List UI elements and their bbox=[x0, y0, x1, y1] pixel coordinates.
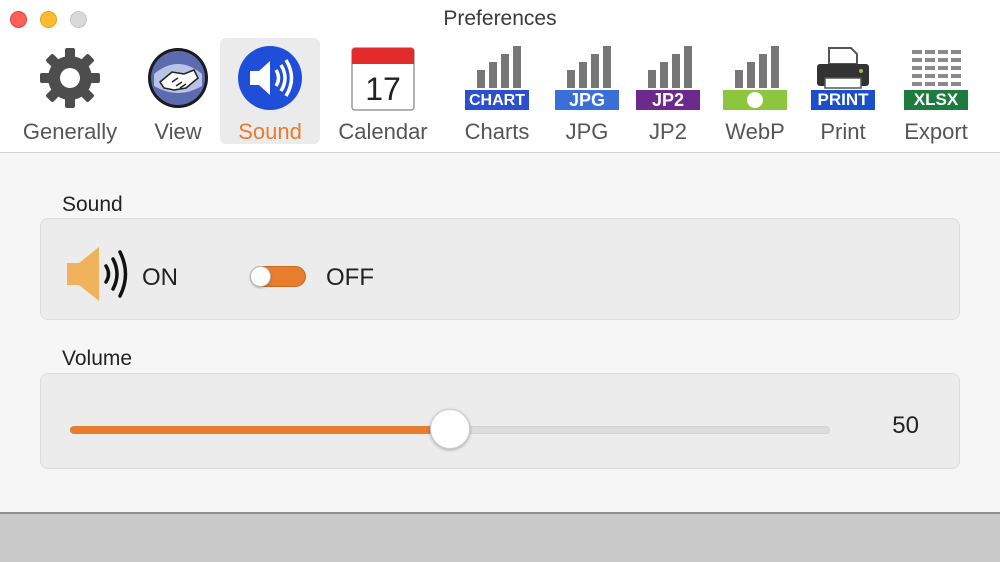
toolbar-label: Generally bbox=[22, 119, 118, 144]
toolbar-label: Print bbox=[820, 119, 866, 144]
volume-section-label: Volume bbox=[62, 347, 133, 370]
toolbar-item-calendar[interactable]: 17 Calendar bbox=[330, 38, 436, 144]
toolbar-item-export[interactable]: XLSX Export bbox=[892, 38, 980, 144]
chart-badge-text: CHART bbox=[469, 92, 525, 109]
toolbar-item-webp[interactable]: WebP bbox=[714, 38, 796, 144]
bottom-bar bbox=[0, 512, 1000, 562]
xlsx-badge-text: XLSX bbox=[914, 90, 959, 109]
volume-value: 50 bbox=[892, 412, 919, 439]
gear-icon bbox=[40, 48, 100, 108]
toolbar-label: Calendar bbox=[338, 119, 428, 144]
toolbar-item-sound[interactable]: Sound bbox=[220, 38, 320, 144]
volume-slider-fill bbox=[70, 426, 450, 434]
printer-icon: PRINT bbox=[811, 47, 875, 110]
window-title: Preferences bbox=[443, 7, 557, 30]
sound-off-label: OFF bbox=[326, 264, 374, 291]
toolbar-item-generally[interactable]: Generally bbox=[14, 38, 126, 144]
chart-icon: CHART bbox=[465, 46, 529, 110]
xlsx-icon: XLSX bbox=[904, 50, 968, 110]
toolbar-label: JPG bbox=[565, 119, 609, 144]
toolbar-label: Charts bbox=[464, 119, 530, 144]
handshake-icon bbox=[148, 48, 208, 108]
toolbar-item-view[interactable]: View bbox=[136, 38, 220, 144]
toggle-knob[interactable] bbox=[250, 266, 271, 287]
jp2-icon: JP2 bbox=[636, 46, 700, 110]
sound-panel: ON OFF bbox=[40, 218, 960, 320]
print-badge-text: PRINT bbox=[818, 90, 870, 109]
volume-slider-thumb[interactable] bbox=[430, 409, 470, 449]
calendar-day-text: 17 bbox=[365, 71, 401, 107]
calendar-icon: 17 bbox=[351, 47, 415, 111]
toolbar-label: View bbox=[154, 119, 202, 144]
sound-on-label: ON bbox=[142, 264, 178, 291]
toolbar-item-print[interactable]: PRINT Print bbox=[802, 38, 884, 144]
preferences-window: Preferences Generally View Sound 17 Cale… bbox=[0, 0, 1000, 562]
volume-panel: 50 bbox=[40, 373, 960, 469]
speaker-on-icon bbox=[67, 247, 128, 301]
sound-toggle[interactable] bbox=[250, 266, 306, 287]
toolbar-label: WebP bbox=[725, 119, 785, 144]
sound-section-label: Sound bbox=[62, 193, 123, 216]
toolbar-item-jpg[interactable]: JPG JPG bbox=[548, 38, 626, 144]
title-bar: Preferences Generally View Sound 17 Cale… bbox=[0, 0, 1000, 153]
toolbar-label: Sound bbox=[238, 119, 302, 144]
jpg-icon: JPG bbox=[555, 46, 619, 110]
webp-icon bbox=[723, 46, 787, 110]
jp2-badge-text: JP2 bbox=[652, 90, 684, 110]
toolbar-label: Export bbox=[904, 119, 968, 144]
speaker-icon bbox=[238, 46, 302, 110]
jpg-badge-text: JPG bbox=[569, 90, 605, 110]
toolbar-item-charts[interactable]: CHART Charts bbox=[452, 38, 542, 144]
toolbar-label: JP2 bbox=[649, 119, 687, 144]
toolbar-item-jp2[interactable]: JP2 JP2 bbox=[630, 38, 706, 144]
